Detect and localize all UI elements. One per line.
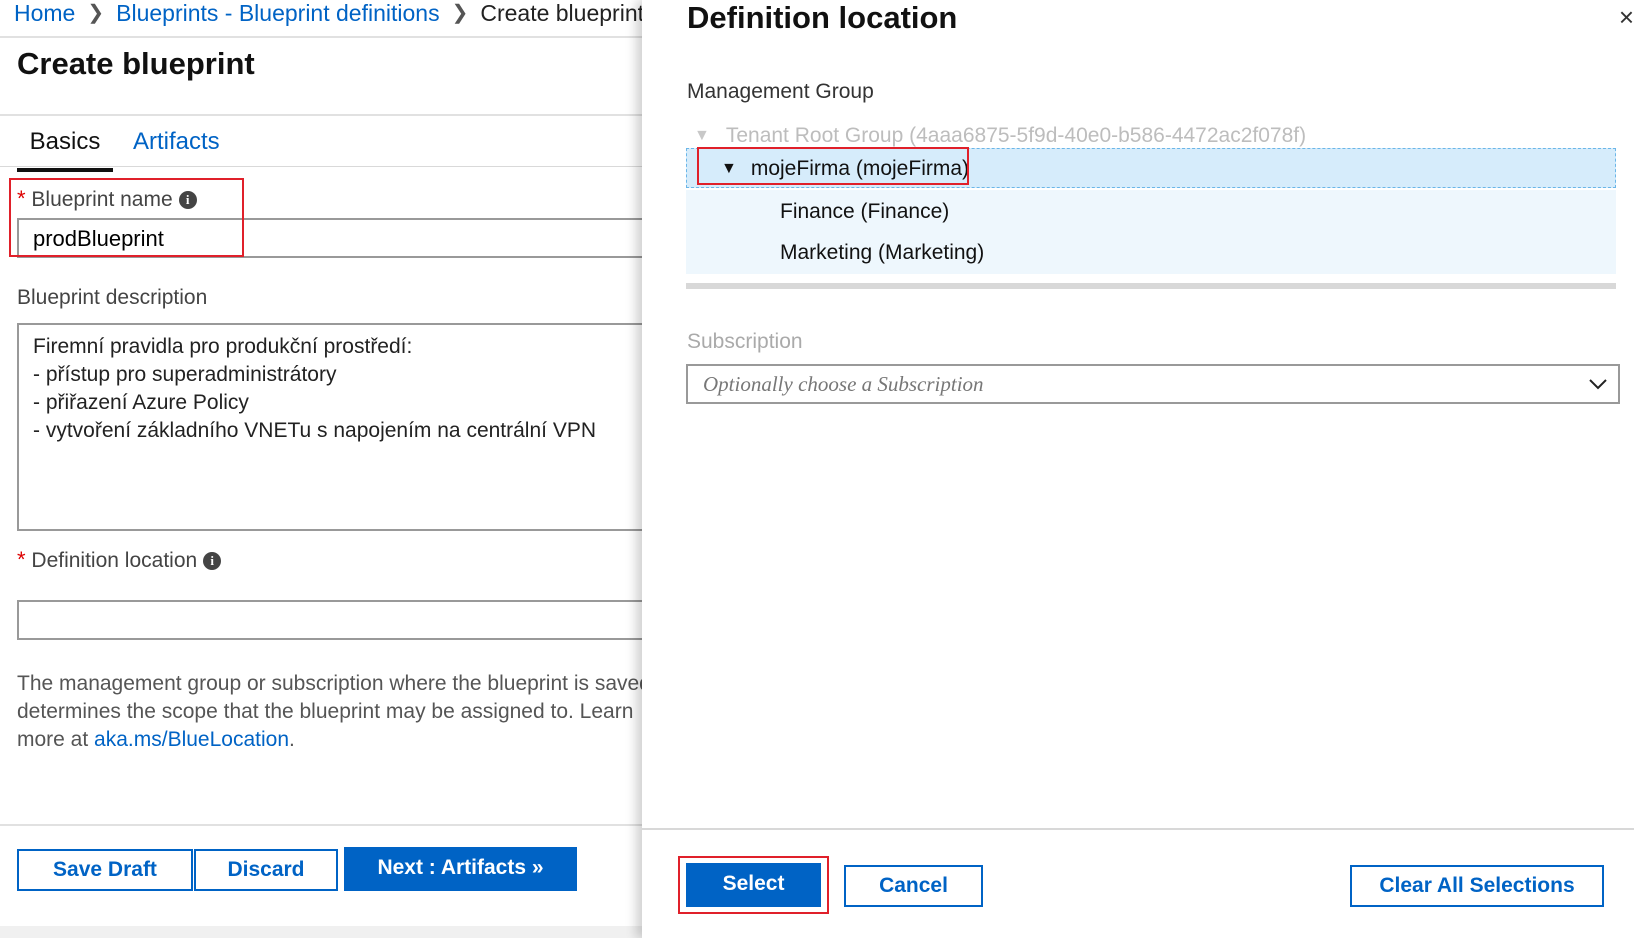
close-icon[interactable]: × <box>1619 2 1634 33</box>
blueprint-description-textarea[interactable]: Firemní pravidla pro produkční prostředí… <box>17 323 642 531</box>
breadcrumb: Home ❯ Blueprints - Blueprint definitions ❯… <box>14 0 642 30</box>
definition-location-blade: Definition location × Management Group ▼… <box>642 0 1634 938</box>
chevron-down-icon <box>1589 379 1607 390</box>
breadcrumb-home[interactable]: Home <box>14 0 75 27</box>
divider <box>0 166 642 167</box>
divider <box>0 114 642 116</box>
tree-item-finance[interactable]: Finance (Finance) <box>686 190 1616 234</box>
discard-button[interactable]: Discard <box>194 849 338 891</box>
help-text: The management group or subscription whe… <box>17 670 642 754</box>
page-title: Create blueprint <box>17 46 255 81</box>
blueprint-description-label: Blueprint description <box>17 286 208 309</box>
clear-all-selections-button[interactable]: Clear All Selections <box>1350 865 1604 907</box>
save-draft-button[interactable]: Save Draft <box>17 849 193 891</box>
create-blueprint-blade: Home ❯ Blueprints - Blueprint definitions ❯… <box>0 0 642 938</box>
help-text-suffix: . <box>289 728 295 751</box>
divider <box>0 824 642 826</box>
subscription-label: Subscription <box>687 330 803 353</box>
highlight-box <box>697 147 969 185</box>
subscription-placeholder: Optionally choose a Subscription <box>703 372 984 396</box>
subscription-dropdown[interactable]: Optionally choose a Subscription <box>686 364 1620 404</box>
info-icon[interactable]: i <box>203 552 222 571</box>
breadcrumb-current: Create blueprint <box>480 0 642 26</box>
management-group-label: Management Group <box>687 80 874 103</box>
required-marker: * <box>17 547 26 572</box>
definition-location-label-text: Definition location <box>31 549 198 572</box>
tree-item-marketing[interactable]: Marketing (Marketing) <box>686 232 1616 274</box>
tab-basics[interactable]: Basics <box>17 124 113 172</box>
panel-title: Definition location <box>687 0 958 35</box>
definition-location-label: * Definition location i <box>17 547 222 573</box>
breadcrumb-blueprints[interactable]: Blueprints - Blueprint definitions <box>116 0 439 27</box>
highlight-box <box>678 856 829 914</box>
next-artifacts-button[interactable]: Next : Artifacts » <box>344 847 577 891</box>
definition-location-input[interactable] <box>17 600 642 640</box>
learn-more-link[interactable]: aka.ms/BlueLocation <box>94 728 289 751</box>
chevron-right-icon: ❯ <box>87 2 105 24</box>
chevron-right-icon: ❯ <box>451 2 469 24</box>
tree-item-label: Finance (Finance) <box>780 200 950 223</box>
divider <box>0 36 642 38</box>
horizontal-scrollbar[interactable] <box>686 283 1616 289</box>
tab-artifacts[interactable]: Artifacts <box>133 124 220 168</box>
tree-item-label: Marketing (Marketing) <box>780 241 985 264</box>
footer-bar <box>0 926 642 938</box>
divider <box>642 828 1634 830</box>
cancel-button[interactable]: Cancel <box>844 865 983 907</box>
highlight-box <box>9 178 244 257</box>
tree-item-label: Tenant Root Group (4aaa6875-5f9d-40e0-b5… <box>725 124 1307 147</box>
